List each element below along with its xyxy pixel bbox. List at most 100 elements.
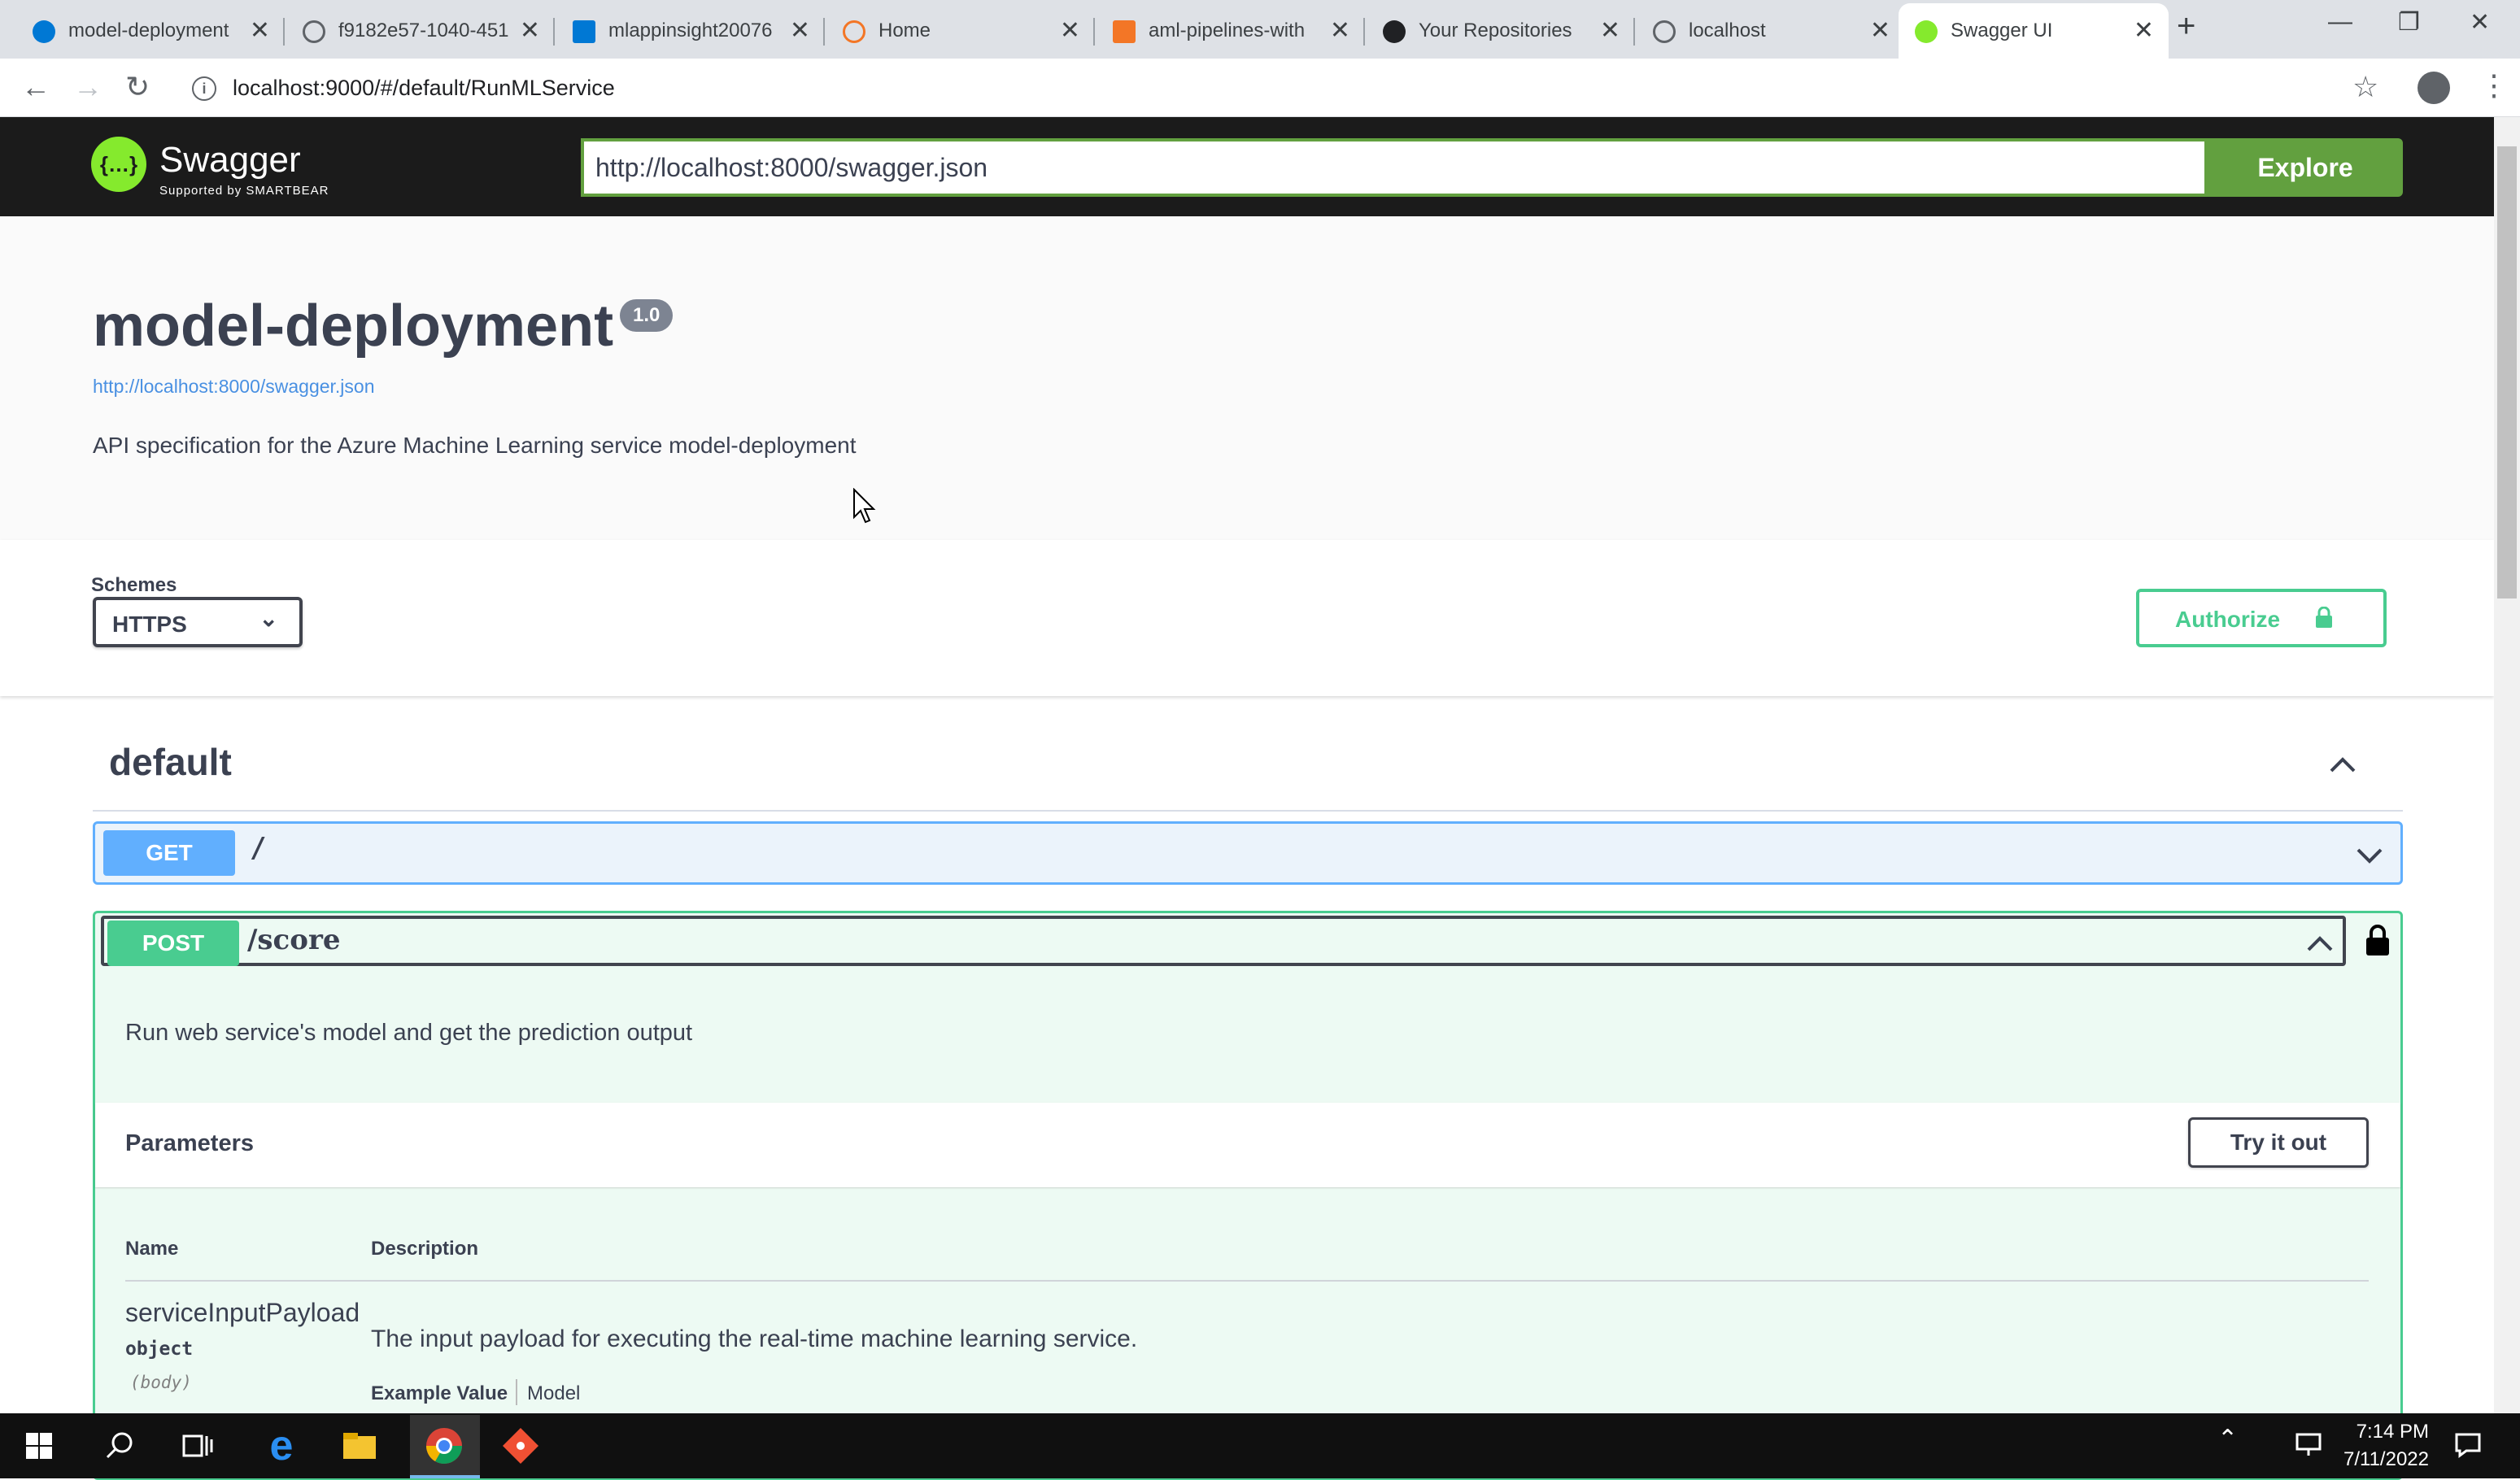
authorize-button[interactable]: Authorize <box>2136 589 2387 647</box>
tab-title: model-deployment <box>68 20 229 41</box>
info-icon[interactable]: i <box>192 76 216 101</box>
swagger-logo-text[interactable]: Swagger <box>159 140 301 181</box>
explore-button[interactable]: Explore <box>2208 138 2403 197</box>
clock-time: 7:14 PM <box>2356 1421 2429 1443</box>
param-type: object <box>125 1339 194 1360</box>
tab-title: aml-pipelines-with <box>1149 20 1306 41</box>
close-icon[interactable]: ✕ <box>1060 16 1080 45</box>
parameters-title: Parameters <box>125 1130 254 1156</box>
schemes-container <box>0 540 2494 696</box>
chevron-up-icon[interactable] <box>2326 748 2359 781</box>
schemes-select[interactable]: HTTPS ⌄ <box>93 597 303 647</box>
close-icon[interactable]: ✕ <box>2134 16 2154 45</box>
bookmark-star-icon[interactable]: ☆ <box>2352 70 2378 104</box>
schemes-selected-value: HTTPS <box>112 612 187 637</box>
operation-path: / <box>250 832 267 864</box>
tab-f9182e57[interactable]: f9182e57-1040-451 ✕ <box>286 3 555 59</box>
tab-title: Home <box>879 20 931 41</box>
operation-get-root[interactable]: GET / <box>93 821 2403 885</box>
version-badge: 1.0 <box>620 299 674 332</box>
try-it-out-button[interactable]: Try it out <box>2188 1117 2369 1168</box>
api-title: model-deployment <box>93 294 614 359</box>
swagger-logo-icon[interactable]: {…} <box>91 137 146 192</box>
close-icon[interactable]: ✕ <box>250 16 270 45</box>
close-icon[interactable]: ✕ <box>1870 16 1890 45</box>
jupyter-icon <box>843 20 865 43</box>
git-icon[interactable] <box>498 1423 543 1469</box>
schemes-label: Schemes <box>91 574 177 596</box>
param-name: serviceInputPayload <box>125 1298 360 1327</box>
tab-home[interactable]: Home ✕ <box>826 3 1095 59</box>
taskbar-clock[interactable]: 7:14 PM 7/11/2022 <box>2315 1418 2429 1473</box>
tab-title: mlappinsight20076 <box>608 20 773 41</box>
globe-icon <box>1653 20 1676 43</box>
param-location: (body) <box>130 1373 192 1392</box>
tab-title: Swagger UI <box>1951 20 2053 41</box>
search-icon[interactable] <box>96 1423 142 1469</box>
column-header-description: Description <box>371 1238 479 1260</box>
operation-path: /score <box>247 924 341 956</box>
new-tab-icon[interactable]: + <box>2177 8 2195 45</box>
address-bar[interactable]: i localhost:9000/#/default/RunMLService <box>181 68 2377 109</box>
parameters-header <box>95 1103 2400 1187</box>
lock-icon <box>2316 607 2332 628</box>
restore-icon[interactable]: ❐ <box>2398 8 2420 37</box>
tab-model-deployment[interactable]: model-deployment ✕ <box>16 3 285 59</box>
tab-separator <box>516 1379 517 1405</box>
tab-example-value[interactable]: Example Value <box>371 1382 508 1405</box>
mouse-cursor-icon <box>853 488 876 524</box>
table-divider <box>125 1280 2369 1282</box>
tab-localhost[interactable]: localhost ✕ <box>1637 3 1905 59</box>
tab-aml-pipelines[interactable]: aml-pipelines-with ✕ <box>1097 3 1365 59</box>
window-close-icon[interactable]: ✕ <box>2470 8 2490 37</box>
column-header-name: Name <box>125 1238 179 1260</box>
swagger-icon <box>1915 20 1938 43</box>
chevron-up-icon[interactable]: ⌃ <box>2217 1425 2238 1453</box>
github-icon <box>1383 20 1406 43</box>
tab-title: Your Repositories <box>1419 20 1572 41</box>
tab-model[interactable]: Model <box>527 1382 580 1405</box>
chrome-icon <box>426 1428 462 1464</box>
chevron-up-icon <box>2307 936 2333 951</box>
browser-tab-bar: model-deployment ✕ f9182e57-1040-451 ✕ m… <box>0 0 2520 59</box>
scrollbar-thumb[interactable] <box>2497 146 2517 599</box>
reload-icon[interactable]: ↻ <box>125 70 150 104</box>
operation-summary: Run web service's model and get the pred… <box>125 1020 693 1046</box>
spec-link[interactable]: http://localhost:8000/swagger.json <box>93 376 375 398</box>
close-icon[interactable]: ✕ <box>1600 16 1620 45</box>
close-icon[interactable]: ✕ <box>1330 16 1350 45</box>
tab-title: f9182e57-1040-451 <box>338 20 509 41</box>
tab-swagger-ui[interactable]: Swagger UI ✕ <box>1899 3 2169 59</box>
tag-divider <box>93 810 2403 812</box>
tab-your-repositories[interactable]: Your Repositories ✕ <box>1367 3 1635 59</box>
close-icon[interactable]: ✕ <box>790 16 810 45</box>
authorize-label: Authorize <box>2175 607 2281 632</box>
menu-kebab-icon[interactable]: ⋮ <box>2479 68 2509 102</box>
clock-date: 7/11/2022 <box>2343 1448 2429 1470</box>
spec-url-input[interactable]: http://localhost:8000/swagger.json <box>581 138 2208 197</box>
forward-icon[interactable]: → <box>73 70 102 104</box>
windows-start-icon[interactable] <box>16 1423 62 1469</box>
tag-title[interactable]: default <box>109 740 232 784</box>
profile-avatar-icon[interactable] <box>2418 72 2450 104</box>
swagger-logo-subtitle: Supported by SMARTBEAR <box>159 184 329 198</box>
chevron-down-icon <box>2357 848 2383 864</box>
api-description: API specification for the Azure Machine … <box>93 433 857 458</box>
internet-explorer-icon[interactable]: e <box>259 1423 304 1469</box>
chevron-down-icon: ⌄ <box>259 606 278 631</box>
lock-icon[interactable] <box>2364 924 2391 956</box>
method-badge: POST <box>107 921 239 966</box>
file-explorer-icon[interactable] <box>337 1423 382 1469</box>
close-icon[interactable]: ✕ <box>520 16 540 45</box>
tab-title: localhost <box>1689 20 1766 41</box>
param-description: The input payload for executing the real… <box>371 1325 1138 1352</box>
task-view-icon[interactable] <box>174 1423 220 1469</box>
notebook-icon <box>1113 20 1136 43</box>
address-text: localhost:9000/#/default/RunMLService <box>233 76 615 100</box>
operation-post-header[interactable]: POST /score <box>101 916 2346 966</box>
notifications-icon[interactable] <box>2452 1428 2484 1460</box>
minimize-icon[interactable]: — <box>2328 8 2352 36</box>
back-icon[interactable]: ← <box>21 70 50 104</box>
tab-mlappinsight[interactable]: mlappinsight20076 ✕ <box>556 3 825 59</box>
azure-ml-icon <box>33 20 55 43</box>
